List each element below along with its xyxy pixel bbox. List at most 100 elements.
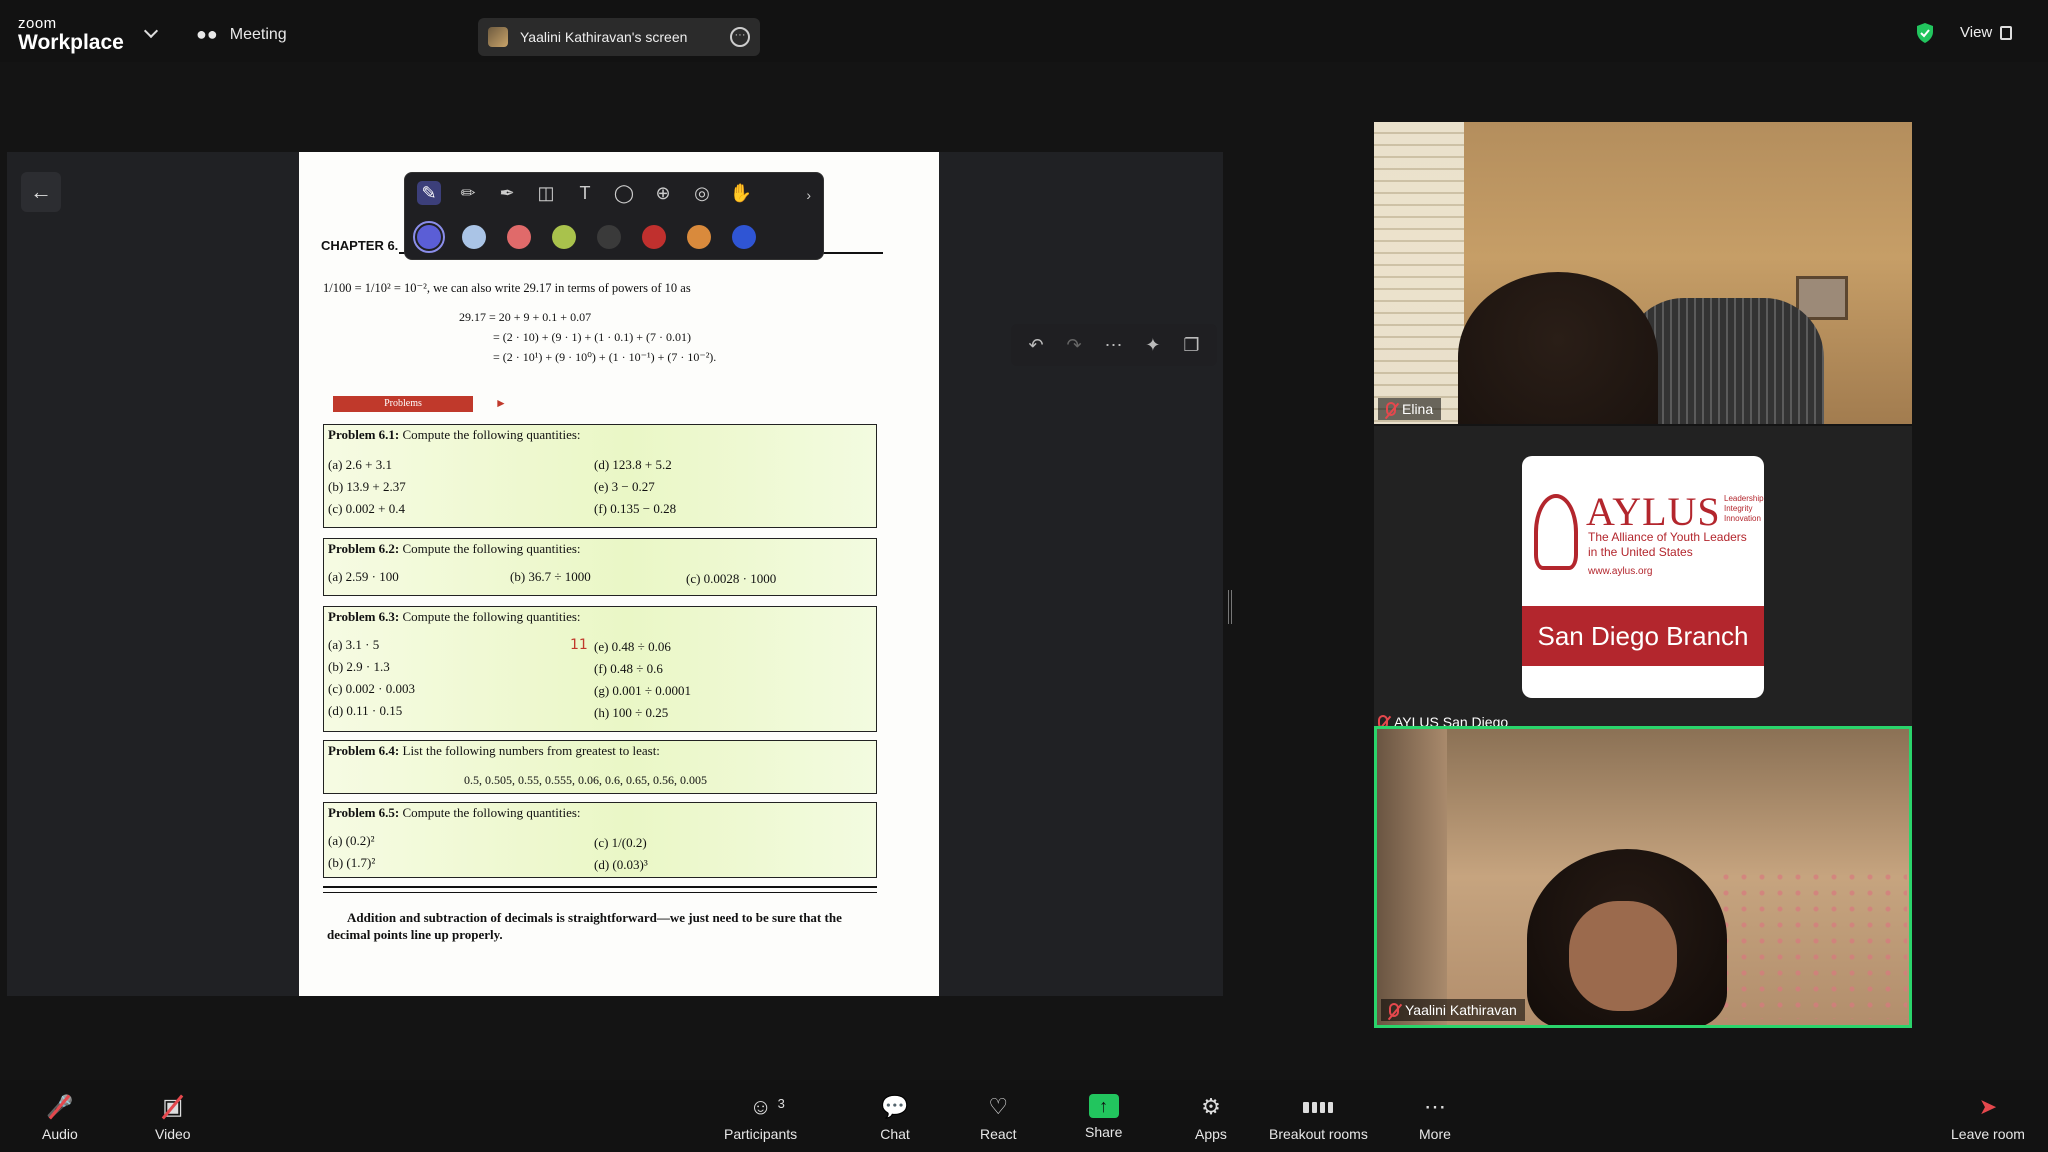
hand-icon[interactable]: ✋ bbox=[729, 181, 753, 205]
text-icon[interactable]: T bbox=[573, 181, 597, 205]
chat-label: Chat bbox=[880, 1126, 910, 1142]
back-arrow-button[interactable]: ← bbox=[21, 172, 61, 212]
security-shield-icon[interactable] bbox=[1915, 22, 1935, 44]
problem-item: (f) 0.48 ÷ 0.6 bbox=[594, 661, 663, 676]
meeting-label: Meeting bbox=[229, 25, 287, 43]
bottom-toolbar: 🎤 Audio ▣ Video ☺ 3 Participants 💬 Chat ♡… bbox=[0, 1080, 2048, 1152]
color-swatch[interactable] bbox=[732, 225, 756, 249]
problem-title: Problem 6.5: Compute the following quant… bbox=[328, 805, 581, 821]
undo-icon[interactable]: ↶ bbox=[1028, 335, 1043, 356]
magic-icon[interactable]: ✦ bbox=[1145, 335, 1160, 356]
video-off-icon: ▣ bbox=[158, 1094, 188, 1120]
screen-share-indicator[interactable]: Yaalini Kathiravan's screen ··· bbox=[478, 18, 760, 56]
view-button[interactable]: View bbox=[1960, 24, 2013, 41]
problem-item: (d) (0.03)³ bbox=[594, 857, 648, 872]
react-button[interactable]: ♡ React bbox=[980, 1094, 1017, 1142]
color-swatch[interactable] bbox=[507, 225, 531, 249]
logo-tagline: Leadership Integrity Innovation bbox=[1724, 494, 1764, 523]
video-button[interactable]: ▣ Video bbox=[155, 1094, 191, 1142]
problem-text: List the following numbers from greatest… bbox=[402, 743, 660, 758]
shared-screen[interactable]: ← CHAPTER 6. 1/100 = 1/10² = 10⁻², we ca… bbox=[7, 152, 1223, 996]
problem-item: (a) 2.59 · 100 bbox=[328, 569, 399, 584]
add-icon[interactable]: ⊕ bbox=[651, 181, 675, 205]
problem-number: Problem 6.3: bbox=[328, 609, 400, 624]
problem-title: Problem 6.1: Compute the following quant… bbox=[328, 427, 581, 443]
textbook-page: CHAPTER 6. 1/100 = 1/10² = 10⁻², we can … bbox=[299, 152, 939, 996]
apps-button[interactable]: ⚙ Apps bbox=[1195, 1094, 1227, 1142]
highlighter-icon[interactable]: ✒ bbox=[495, 181, 519, 205]
color-swatch[interactable] bbox=[462, 225, 486, 249]
participant-name: Elina bbox=[1402, 401, 1434, 417]
sharer-avatar bbox=[488, 27, 508, 47]
problem-item: (a) 2.6 + 3.1 bbox=[328, 457, 393, 472]
equation-line-2: = (2 · 10) + (9 · 1) + (1 · 0.1) + (7 · … bbox=[493, 330, 692, 344]
more-button[interactable]: ⋯ More bbox=[1419, 1094, 1451, 1142]
color-swatch[interactable] bbox=[642, 225, 666, 249]
wall-decorations bbox=[1717, 869, 1907, 1019]
leave-room-button[interactable]: ➤ Leave room bbox=[1951, 1094, 2025, 1142]
problem-title: Problem 6.2: Compute the following quant… bbox=[328, 541, 581, 557]
problem-item: (a) 3.1 · 5 bbox=[328, 637, 380, 652]
screen-share-label: Yaalini Kathiravan's screen bbox=[520, 29, 688, 45]
video-tile-elina[interactable]: Elina bbox=[1374, 122, 1912, 424]
muted-mic-icon bbox=[1386, 402, 1396, 416]
participant-name-tag: Elina bbox=[1378, 398, 1442, 420]
video-tile-yaalini[interactable]: Yaalini Kathiravan bbox=[1374, 726, 1912, 1028]
problem-text: Compute the following quantities: bbox=[402, 427, 581, 442]
problem-box-6-2: Problem 6.2: Compute the following quant… bbox=[323, 538, 877, 596]
chapter-heading: CHAPTER 6. bbox=[321, 238, 399, 253]
apps-icon: ⚙ bbox=[1201, 1094, 1221, 1119]
color-swatch[interactable] bbox=[413, 221, 445, 253]
problem-box-6-3: Problem 6.3: Compute the following quant… bbox=[323, 606, 877, 732]
participants-button[interactable]: ☺ 3 Participants bbox=[724, 1094, 797, 1142]
problem-item: (f) 0.135 − 0.28 bbox=[594, 501, 677, 516]
color-swatch[interactable] bbox=[597, 225, 621, 249]
meeting-button[interactable]: ●● Meeting bbox=[196, 24, 287, 45]
logo-branch: San Diego Branch bbox=[1522, 606, 1764, 666]
eraser-icon[interactable]: ◫ bbox=[534, 181, 558, 205]
problem-text: Compute the following quantities: bbox=[402, 609, 581, 624]
participants-label: Participants bbox=[724, 1126, 798, 1142]
mic-muted-icon: 🎤 bbox=[46, 1094, 74, 1119]
mic-icon[interactable]: ◎ bbox=[690, 181, 714, 205]
problem-box-6-1: Problem 6.1: Compute the following quant… bbox=[323, 424, 877, 528]
muted-mic-icon bbox=[1389, 1003, 1399, 1017]
share-button[interactable]: ↑ Share bbox=[1085, 1094, 1122, 1140]
divider bbox=[323, 886, 877, 888]
people-icon: ●● bbox=[196, 24, 218, 44]
zoom-workplace-logo[interactable]: zoom Workplace bbox=[18, 16, 124, 53]
more-icon[interactable]: ⋯ bbox=[1104, 335, 1122, 356]
torch-icon bbox=[1534, 494, 1578, 570]
problem-item: (a) (0.2)² bbox=[328, 833, 375, 848]
pen-icon[interactable]: ✎ bbox=[417, 181, 441, 205]
audio-button[interactable]: 🎤 Audio bbox=[42, 1094, 78, 1142]
copy-icon[interactable]: ❐ bbox=[1183, 335, 1199, 356]
problem-text: Compute the following quantities: bbox=[402, 805, 581, 820]
equation-line-1: 29.17 = 20 + 9 + 0.1 + 0.07 bbox=[459, 310, 592, 324]
logo-subtitle: The Alliance of Youth Leaders in the Uni… bbox=[1588, 530, 1747, 559]
redo-icon[interactable]: ↷ bbox=[1066, 335, 1081, 356]
footer-text: decimal points line up properly. bbox=[327, 927, 503, 942]
resize-handle[interactable] bbox=[1228, 590, 1232, 624]
chat-icon: 💬 bbox=[881, 1094, 909, 1119]
lasso-icon[interactable]: ◯ bbox=[612, 181, 636, 205]
breakout-rooms-button[interactable]: Breakout rooms bbox=[1269, 1094, 1368, 1142]
share-label: Share bbox=[1085, 1124, 1123, 1140]
color-swatch[interactable] bbox=[552, 225, 576, 249]
chevron-right-icon[interactable]: › bbox=[806, 187, 811, 203]
annotation-toolbar: ✎ ✏ ✒ ◫ T ◯ ⊕ ◎ ✋ › bbox=[404, 172, 824, 260]
problem-number: Problem 6.2: bbox=[328, 541, 400, 556]
logo-brand: AYLUS bbox=[1586, 489, 1721, 534]
share-screen-icon: ↑ bbox=[1088, 1094, 1119, 1118]
video-tile-aylus[interactable]: AYLUS Leadership Integrity Innovation Th… bbox=[1374, 426, 1912, 728]
problems-tag: Problems bbox=[333, 396, 473, 412]
chevron-down-icon[interactable] bbox=[143, 23, 159, 39]
more-label: More bbox=[1419, 1126, 1451, 1142]
more-options-icon[interactable]: ··· bbox=[730, 27, 750, 47]
problem-item: (c) 0.002 · 0.003 bbox=[328, 681, 416, 696]
footer-text: Addition and subtraction of decimals is … bbox=[347, 910, 842, 925]
color-swatch[interactable] bbox=[687, 225, 711, 249]
chat-button[interactable]: 💬 Chat bbox=[880, 1094, 910, 1142]
pencil-icon[interactable]: ✏ bbox=[456, 181, 480, 205]
breakout-rooms-icon bbox=[1303, 1094, 1334, 1120]
